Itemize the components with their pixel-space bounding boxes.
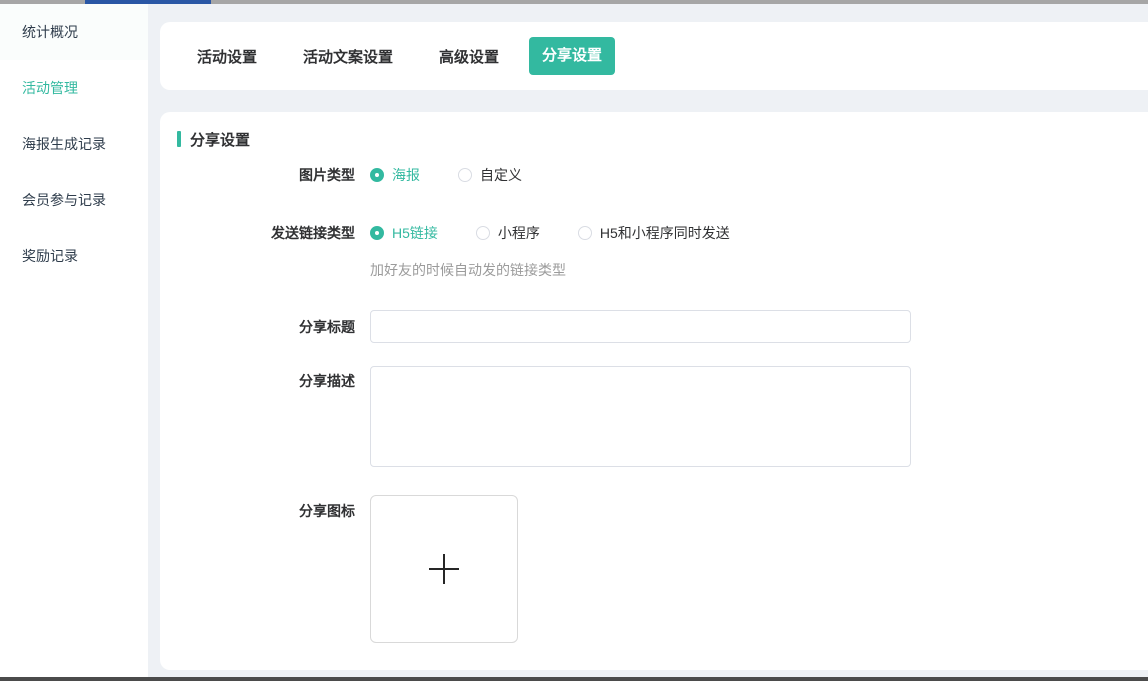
share-title-row: 分享标题 (160, 310, 1148, 343)
sidebar-item-member-participation-records[interactable]: 会员参与记录 (0, 172, 148, 228)
tabs-card: 活动设置 活动文案设置 高级设置 分享设置 (160, 22, 1148, 90)
link-type-radio-group: H5链接 小程序 H5和小程序同时发送 (370, 225, 730, 241)
radio-option-custom[interactable]: 自定义 (458, 167, 522, 183)
sidebar-item-poster-records[interactable]: 海报生成记录 (0, 116, 148, 172)
share-title-input[interactable] (370, 310, 911, 343)
plus-icon (429, 554, 459, 584)
radio-icon (578, 226, 592, 240)
sidebar-item-statistics-overview[interactable]: 统计概况 (0, 4, 148, 60)
link-type-help-text: 加好友的时候自动发的链接类型 (370, 262, 730, 278)
sidebar-item-reward-records[interactable]: 奖励记录 (0, 228, 148, 284)
image-type-radio-group: 海报 自定义 (370, 167, 522, 183)
sidebar-item-label: 统计概况 (22, 22, 78, 42)
content-area: 活动设置 活动文案设置 高级设置 分享设置 分享设置 图片类型 海报 自定义 (148, 4, 1148, 677)
image-type-row: 图片类型 海报 自定义 (160, 167, 1148, 183)
tab-share-settings[interactable]: 分享设置 (529, 37, 615, 75)
section-title: 分享设置 (190, 129, 250, 150)
link-type-control: H5链接 小程序 H5和小程序同时发送 加好友的时候自动发的链接类型 (370, 225, 730, 278)
bottom-bar (0, 677, 1148, 681)
radio-label: H5链接 (392, 225, 438, 241)
radio-label: 海报 (392, 167, 420, 183)
share-desc-row: 分享描述 (160, 366, 1148, 472)
radio-option-poster[interactable]: 海报 (370, 167, 420, 183)
share-icon-upload-box[interactable] (370, 495, 518, 643)
radio-icon (458, 168, 472, 182)
radio-option-h5-link[interactable]: H5链接 (370, 225, 438, 241)
share-title-label: 分享标题 (160, 319, 355, 335)
top-scrollbar-track (0, 0, 1148, 4)
share-desc-textarea[interactable] (370, 366, 911, 467)
radio-icon (476, 226, 490, 240)
radio-icon (370, 168, 384, 182)
sidebar: 统计概况 活动管理 海报生成记录 会员参与记录 奖励记录 (0, 4, 148, 677)
tab-advanced-settings[interactable]: 高级设置 (439, 46, 499, 67)
top-scrollbar-thumb[interactable] (85, 0, 211, 4)
radio-label: 自定义 (480, 167, 522, 183)
share-settings-panel: 分享设置 图片类型 海报 自定义 发送链接类型 (160, 112, 1148, 670)
tab-activity-settings[interactable]: 活动设置 (197, 46, 257, 67)
sidebar-item-activity-management[interactable]: 活动管理 (0, 60, 148, 116)
image-type-label: 图片类型 (160, 167, 355, 183)
radio-icon (370, 226, 384, 240)
sidebar-item-label: 活动管理 (22, 78, 78, 98)
radio-label: 小程序 (498, 225, 540, 241)
tab-activity-copy-settings[interactable]: 活动文案设置 (303, 46, 393, 67)
section-header: 分享设置 (177, 131, 1148, 147)
sidebar-item-label: 会员参与记录 (22, 190, 106, 210)
sidebar-item-label: 海报生成记录 (22, 134, 106, 154)
radio-label: H5和小程序同时发送 (600, 225, 730, 241)
share-icon-row: 分享图标 (160, 495, 1148, 643)
link-type-row: 发送链接类型 H5链接 小程序 H5和小程序同时发送 (160, 225, 1148, 278)
link-type-label: 发送链接类型 (160, 225, 355, 241)
share-desc-label: 分享描述 (160, 366, 355, 389)
share-icon-label: 分享图标 (160, 495, 355, 519)
radio-option-h5-and-mini-program[interactable]: H5和小程序同时发送 (578, 225, 730, 241)
section-marker (177, 131, 181, 147)
radio-option-mini-program[interactable]: 小程序 (476, 225, 540, 241)
sidebar-item-label: 奖励记录 (22, 246, 78, 266)
